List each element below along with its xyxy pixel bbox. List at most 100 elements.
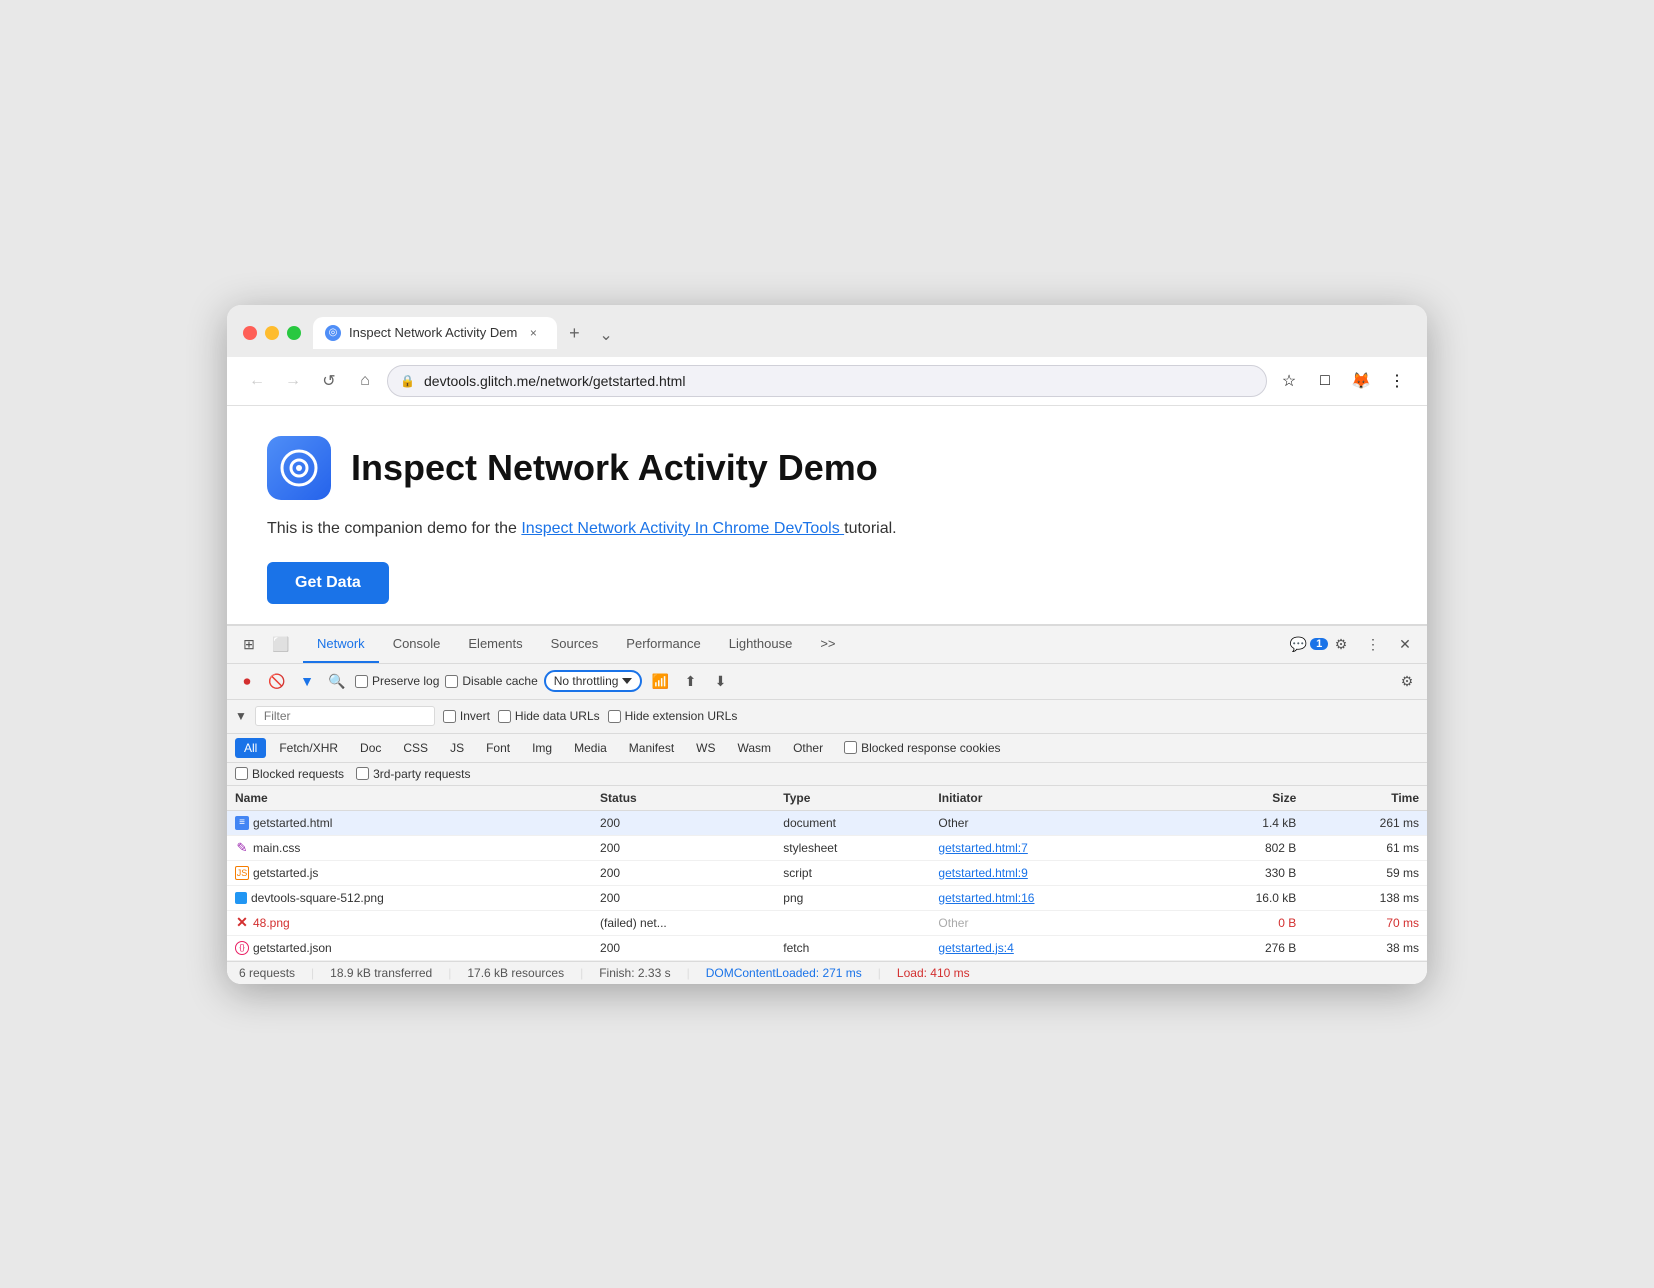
select-icon[interactable]: ⊞ [235,630,263,658]
table-row[interactable]: ✎ main.css 200 stylesheet getstarted.htm… [227,835,1427,860]
clear-icon[interactable]: 🚫 [265,669,289,693]
tab-expand-button[interactable]: ⌄ [591,321,620,349]
tab-favicon: ◎ [325,325,341,341]
type-btn-doc[interactable]: Doc [351,738,390,758]
type-btn-all[interactable]: All [235,738,266,758]
row-time: 59 ms [1304,860,1427,885]
address-field[interactable]: 🔒 devtools.glitch.me/network/getstarted.… [387,365,1267,397]
table-row[interactable]: JS getstarted.js 200 script getstarted.h… [227,860,1427,885]
download-icon[interactable]: ⬇ [708,669,732,693]
chevron-down-icon [622,676,632,686]
third-party-requests-label[interactable]: 3rd-party requests [356,767,470,781]
disable-cache-text: Disable cache [462,674,537,688]
type-btn-js[interactable]: JS [441,738,473,758]
filter-input-field[interactable] [255,706,435,726]
tab-performance[interactable]: Performance [612,625,714,663]
share-icon[interactable]: □ [1311,367,1339,395]
hide-extension-urls-checkbox[interactable] [608,710,621,723]
row-initiator: Other [930,810,1178,835]
table-row[interactable]: devtools-square-512.png 200 png getstart… [227,885,1427,910]
type-btn-wasm[interactable]: Wasm [729,738,781,758]
page-title: Inspect Network Activity Demo [351,447,878,489]
filter-toggle-icon[interactable]: ▼ [295,669,319,693]
load-time: Load: 410 ms [897,966,970,980]
forward-button[interactable]: → [279,367,307,395]
blocked-requests-text: Blocked requests [252,767,344,781]
network-toolbar: ⏺ 🚫 ▼ 🔍 Preserve log Disable cache No th… [227,664,1427,700]
tab-more[interactable]: >> [806,625,849,663]
blocked-response-cookies-label[interactable]: Blocked response cookies [844,741,1000,755]
blocked-requests-checkbox[interactable] [235,767,248,780]
hide-data-urls-checkbox[interactable] [498,710,511,723]
disable-cache-label[interactable]: Disable cache [445,674,537,688]
devtools-settings-icon[interactable]: ⚙ [1327,630,1355,658]
device-toggle-icon[interactable]: ⬜ [267,630,295,658]
row-initiator: Other [930,910,1178,935]
disable-cache-checkbox[interactable] [445,675,458,688]
filter-text-input[interactable] [264,709,394,723]
tab-console[interactable]: Console [379,625,455,663]
extensions-icon[interactable]: 🦊 [1347,367,1375,395]
home-button[interactable]: ⌂ [351,367,379,395]
tab-elements[interactable]: Elements [454,625,536,663]
devtools-more-icon[interactable]: ⋮ [1359,630,1387,658]
tab-lighthouse[interactable]: Lighthouse [715,625,807,663]
upload-icon[interactable]: ⬆ [678,669,702,693]
devtools-panel: ⊞ ⬜ Network Console Elements Sources Per… [227,624,1427,984]
type-btn-fetch-xhr[interactable]: Fetch/XHR [270,738,347,758]
blocked-response-cookies-text: Blocked response cookies [861,741,1000,755]
new-tab-button[interactable]: + [559,319,589,349]
record-stop-icon[interactable]: ⏺ [235,669,259,693]
minimize-window-button[interactable] [265,326,279,340]
offline-icon[interactable]: 📶 [648,669,672,693]
type-btn-font[interactable]: Font [477,738,519,758]
table-row[interactable]: ≡ getstarted.html 200 document Other 1.4… [227,810,1427,835]
type-btn-ws[interactable]: WS [687,738,724,758]
hide-data-urls-label[interactable]: Hide data URLs [498,709,600,723]
get-data-button[interactable]: Get Data [267,562,389,604]
tab-sources[interactable]: Sources [537,625,613,663]
filter-icon: ▼ [235,709,247,723]
invert-label[interactable]: Invert [443,709,490,723]
type-btn-css[interactable]: CSS [394,738,437,758]
type-btn-manifest[interactable]: Manifest [620,738,683,758]
blocked-response-cookies-checkbox[interactable] [844,741,857,754]
preserve-log-label[interactable]: Preserve log [355,674,439,688]
devtools-close-icon[interactable]: ✕ [1391,630,1419,658]
initiator-link[interactable]: getstarted.html:9 [938,866,1027,880]
type-btn-media[interactable]: Media [565,738,616,758]
invert-checkbox[interactable] [443,710,456,723]
col-time: Time [1304,786,1427,811]
third-party-requests-checkbox[interactable] [356,767,369,780]
active-tab[interactable]: ◎ Inspect Network Activity Dem × [313,317,557,349]
reload-button[interactable]: ↺ [315,367,343,395]
row-time: 70 ms [1304,910,1427,935]
more-icon[interactable]: ⋮ [1383,367,1411,395]
blocked-requests-label[interactable]: Blocked requests [235,767,344,781]
type-btn-img[interactable]: Img [523,738,561,758]
row-type: stylesheet [775,835,930,860]
initiator-link[interactable]: getstarted.html:7 [938,841,1027,855]
close-window-button[interactable] [243,326,257,340]
network-settings-icon[interactable]: ⚙ [1395,669,1419,693]
initiator-link[interactable]: getstarted.js:4 [938,941,1013,955]
throttling-dropdown[interactable]: No throttling [544,670,643,692]
tab-close-button[interactable]: × [525,325,541,341]
hide-extension-urls-label[interactable]: Hide extension URLs [608,709,738,723]
table-row[interactable]: ✕ 48.png (failed) net... Other 0 B 70 ms [227,910,1427,935]
row-status: 200 [592,860,775,885]
back-button[interactable]: ← [243,367,271,395]
table-row[interactable]: {} getstarted.json 200 fetch getstarted.… [227,935,1427,960]
type-btn-other[interactable]: Other [784,738,832,758]
tab-network[interactable]: Network [303,625,379,663]
maximize-window-button[interactable] [287,326,301,340]
preserve-log-checkbox[interactable] [355,675,368,688]
search-icon[interactable]: 🔍 [325,669,349,693]
bookmark-icon[interactable]: ☆ [1275,367,1303,395]
row-status: 200 [592,835,775,860]
desc-link[interactable]: Inspect Network Activity In Chrome DevTo… [521,520,844,537]
row-name: devtools-square-512.png [227,885,592,910]
initiator-link[interactable]: getstarted.html:16 [938,891,1034,905]
messages-icon[interactable]: 💬 1 [1295,630,1323,658]
tab-title: Inspect Network Activity Dem [349,325,517,340]
